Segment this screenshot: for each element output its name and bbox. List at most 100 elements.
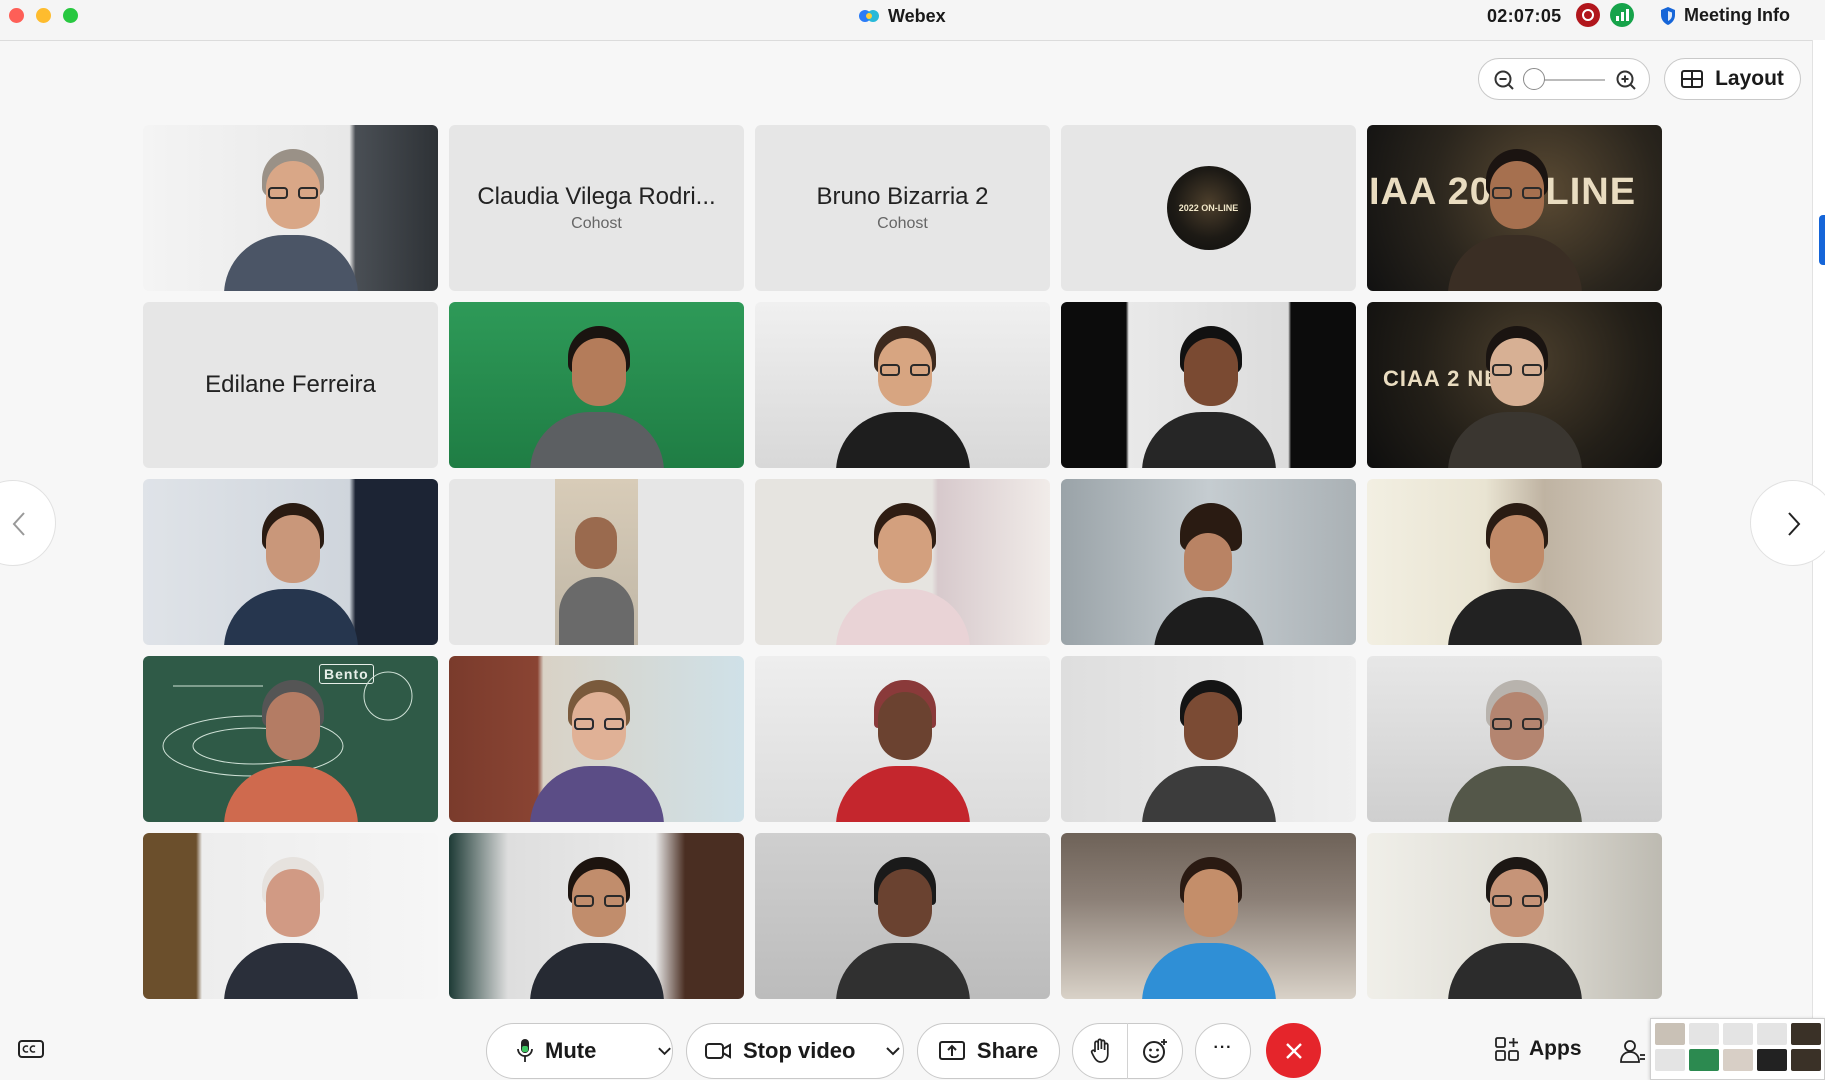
participant-video-tile[interactable]: [1061, 479, 1356, 645]
app-title: Webex: [858, 5, 946, 27]
participant-video-tile[interactable]: [1061, 833, 1356, 999]
participant-video: [216, 131, 366, 291]
app-title-text: Webex: [888, 5, 946, 26]
participant-video: [216, 485, 366, 645]
end-call-button[interactable]: [1266, 1023, 1321, 1078]
participant-avatar-tile[interactable]: 2022 ON-LINE: [1061, 125, 1356, 291]
participant-video-tile[interactable]: CIAA 2 NE: [1367, 302, 1662, 468]
more-options-icon: ···: [1213, 1039, 1233, 1056]
next-page-button[interactable]: [1750, 480, 1825, 566]
participant-video-tile[interactable]: [755, 479, 1050, 645]
participant-video-tile[interactable]: [449, 656, 744, 822]
participant-video-tile[interactable]: Bento: [143, 656, 438, 822]
grid-layout-icon: [1681, 70, 1704, 88]
participant-video: [216, 839, 366, 999]
participant-video-tile[interactable]: [755, 302, 1050, 468]
participant-video-tile[interactable]: [1061, 302, 1356, 468]
meeting-clock: 02:07:05: [1487, 6, 1562, 26]
title-bar: Webex 02:07:05 Meeting Info: [0, 0, 1825, 41]
participant-video-tile[interactable]: [1367, 479, 1662, 645]
participant-video-tile[interactable]: IAA 20 N-LINE: [1367, 125, 1662, 291]
chevron-right-icon: [1788, 512, 1801, 536]
participant-video: [828, 308, 978, 468]
reactions-group: [1072, 1023, 1183, 1079]
chevron-down-icon[interactable]: [885, 1046, 901, 1056]
mute-button-group: Mute: [486, 1023, 673, 1079]
participant-video-tile[interactable]: [1061, 656, 1356, 822]
participant-role: Cohost: [877, 215, 928, 232]
emoji-reaction-icon: [1143, 1039, 1167, 1063]
participant-video: [1440, 662, 1590, 822]
participant-name-tile[interactable]: Bruno Bizarria 2 Cohost: [755, 125, 1050, 291]
participant-video-tile[interactable]: [143, 125, 438, 291]
participant-video: [216, 662, 366, 822]
layout-button[interactable]: Layout: [1664, 58, 1801, 100]
chevron-down-icon[interactable]: [657, 1046, 672, 1056]
participant-grid: Claudia Vilega Rodri... Cohost Bruno Biz…: [143, 125, 1662, 999]
participant-video-portrait: [555, 479, 638, 645]
meeting-info-button[interactable]: Meeting Info: [1660, 5, 1790, 26]
avatar-text: 2022 ON-LINE: [1178, 203, 1239, 213]
participant-video: [828, 839, 978, 999]
participant-video: [1134, 662, 1284, 822]
participant-name: Bruno Bizarria 2: [816, 183, 989, 210]
participant-video: [1153, 485, 1264, 645]
participant-video-tile[interactable]: [755, 656, 1050, 822]
participant-video-tile[interactable]: [755, 833, 1050, 999]
mute-button[interactable]: Mute: [487, 1038, 649, 1064]
previous-page-button[interactable]: [0, 480, 56, 566]
camera-icon: [705, 1043, 731, 1059]
zoom-out-icon[interactable]: [1493, 69, 1515, 91]
self-view-thumbnail[interactable]: [1650, 1018, 1825, 1080]
participant-name: Edilane Ferreira: [205, 371, 376, 398]
participant-video: [1134, 308, 1284, 468]
window-minimize-button[interactable]: [36, 8, 51, 23]
participant-name-tile[interactable]: Claudia Vilega Rodri... Cohost: [449, 125, 744, 291]
webex-logo-icon: [859, 10, 879, 22]
more-options-button[interactable]: ···: [1195, 1023, 1251, 1079]
end-call-icon: [1285, 1042, 1302, 1059]
participant-video: [1134, 839, 1284, 999]
network-stats-icon[interactable]: [1610, 3, 1634, 27]
apps-button[interactable]: Apps: [1495, 1037, 1582, 1061]
participant-video: [522, 662, 672, 822]
stop-video-button[interactable]: Stop video: [687, 1038, 873, 1064]
participant-name: Claudia Vilega Rodri...: [477, 183, 716, 210]
stop-video-label: Stop video: [743, 1038, 856, 1063]
reactions-button[interactable]: [1128, 1038, 1182, 1064]
raise-hand-icon: [1090, 1038, 1109, 1063]
window-close-button[interactable]: [9, 8, 24, 23]
participant-video-tile[interactable]: [449, 833, 744, 999]
participant-video: [522, 839, 672, 999]
participant-video-tile[interactable]: [1367, 833, 1662, 999]
share-button[interactable]: Share: [917, 1023, 1060, 1079]
video-button-group: Stop video: [686, 1023, 904, 1079]
chevron-left-icon: [12, 512, 25, 536]
participant-avatar: 2022 ON-LINE: [1166, 166, 1251, 250]
participant-video: [828, 662, 978, 822]
zoom-slider-thumb[interactable]: [1523, 68, 1545, 90]
participant-video: [522, 308, 672, 468]
mute-label: Mute: [545, 1038, 597, 1063]
recording-icon[interactable]: [1576, 3, 1600, 27]
participant-video: [1440, 308, 1590, 468]
participant-role: Cohost: [571, 215, 622, 232]
participant-video-tile[interactable]: [1367, 656, 1662, 822]
participant-video-tile[interactable]: [449, 302, 744, 468]
apps-label: Apps: [1529, 1037, 1582, 1060]
apps-icon: [1495, 1037, 1519, 1061]
participant-video: [1440, 485, 1590, 645]
participant-video-tile[interactable]: [143, 833, 438, 999]
zoom-in-icon[interactable]: [1615, 69, 1637, 91]
meeting-info-label: Meeting Info: [1684, 5, 1790, 25]
microphone-icon: [517, 1039, 533, 1062]
participants-icon[interactable]: [1620, 1038, 1646, 1064]
zoom-control: [1478, 58, 1650, 100]
window-maximize-button[interactable]: [63, 8, 78, 23]
participant-name-tile[interactable]: Edilane Ferreira: [143, 302, 438, 468]
layout-label: Layout: [1715, 67, 1784, 90]
raise-hand-button[interactable]: [1073, 1038, 1127, 1064]
participant-video-tile[interactable]: [449, 479, 744, 645]
participant-video-tile[interactable]: [143, 479, 438, 645]
closed-captions-icon[interactable]: [18, 1039, 44, 1061]
